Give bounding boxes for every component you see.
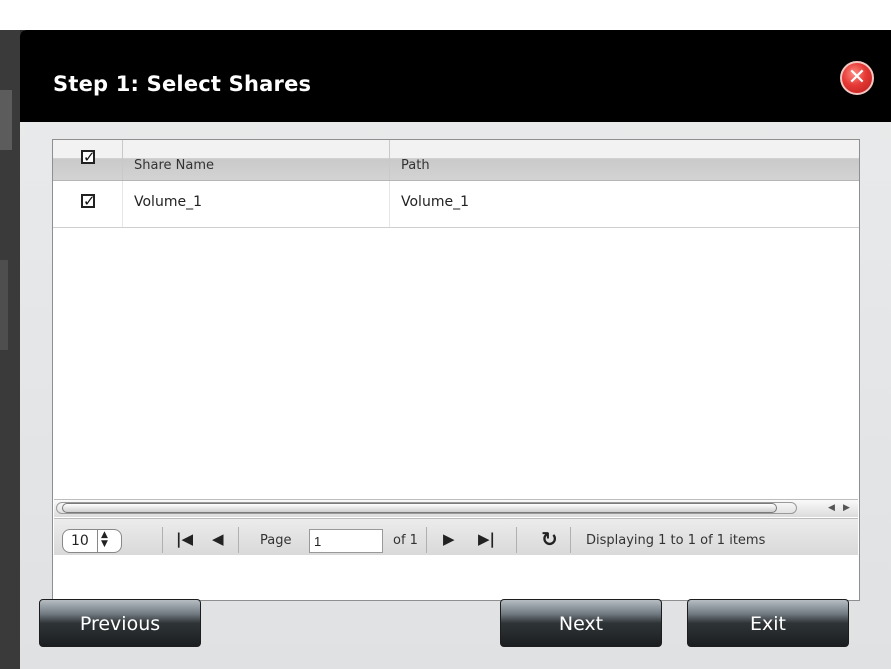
row-checkbox-cell: ✓ xyxy=(53,181,123,227)
divider xyxy=(238,527,239,553)
spinner-icon[interactable]: ▲ ▼ xyxy=(101,531,108,549)
share-name: Volume_1 xyxy=(134,194,202,210)
close-icon[interactable]: ✕ xyxy=(840,61,874,95)
exit-button[interactable]: Exit xyxy=(687,599,849,647)
prev-page-icon[interactable]: ◀ xyxy=(212,530,224,548)
next-page-icon[interactable]: ▶ xyxy=(443,530,455,548)
divider xyxy=(516,527,517,553)
divider xyxy=(426,527,427,553)
divider xyxy=(162,527,163,553)
rows-per-page-select[interactable]: 10 ▲ ▼ xyxy=(62,529,122,553)
first-page-icon[interactable]: |◀ xyxy=(176,530,193,548)
background-top xyxy=(0,0,891,30)
previous-button[interactable]: Previous xyxy=(39,599,201,647)
row-checkbox[interactable]: ✓ xyxy=(81,194,96,209)
select-shares-dialog: Step 1: Select Shares ✕ ✓ Share Name Pat… xyxy=(20,30,891,669)
path-cell: Volume_1 xyxy=(390,181,859,227)
display-status: Displaying 1 to 1 of 1 items xyxy=(586,533,766,548)
horizontal-scrollbar[interactable]: ◀ ▶ xyxy=(54,499,858,517)
header-checkbox-cell: ✓ xyxy=(53,140,123,180)
scroll-left-icon[interactable]: ◀ xyxy=(825,502,838,514)
pagination-bar: 10 ▲▼ |◀ ◀ Page of 1 ▶ ▶| ↻ Displaying 1… xyxy=(54,518,858,555)
page-number-input[interactable] xyxy=(309,529,383,553)
column-header-path[interactable]: Path xyxy=(390,140,859,180)
scroll-right-icon[interactable]: ▶ xyxy=(840,502,853,514)
scrollbar-thumb[interactable] xyxy=(62,503,777,513)
column-header-label: Path xyxy=(401,158,430,173)
select-all-checkbox[interactable]: ✓ xyxy=(81,150,96,165)
shares-table: ✓ Share Name Path ✓ Volume_1 Volume_1 ◀ … xyxy=(52,139,860,601)
refresh-icon[interactable]: ↻ xyxy=(541,527,558,551)
table-row[interactable]: ✓ Volume_1 Volume_1 xyxy=(53,181,859,228)
rows-per-page-value: 10 xyxy=(71,533,89,549)
dialog-title: Step 1: Select Shares xyxy=(53,72,312,96)
table-header: ✓ Share Name Path xyxy=(53,140,859,181)
dialog-titlebar: Step 1: Select Shares ✕ xyxy=(20,30,891,122)
share-path: Volume_1 xyxy=(401,194,469,210)
last-page-icon[interactable]: ▶| xyxy=(478,530,495,548)
column-header-label: Share Name xyxy=(134,158,214,173)
share-name-cell: Volume_1 xyxy=(123,181,390,227)
page-label: Page xyxy=(260,533,292,548)
next-button[interactable]: Next xyxy=(500,599,662,647)
divider xyxy=(570,527,571,553)
scrollbar-track[interactable] xyxy=(56,502,797,514)
background-window xyxy=(0,30,20,669)
page-count: of 1 xyxy=(393,533,418,548)
column-header-share-name[interactable]: Share Name xyxy=(123,140,390,180)
